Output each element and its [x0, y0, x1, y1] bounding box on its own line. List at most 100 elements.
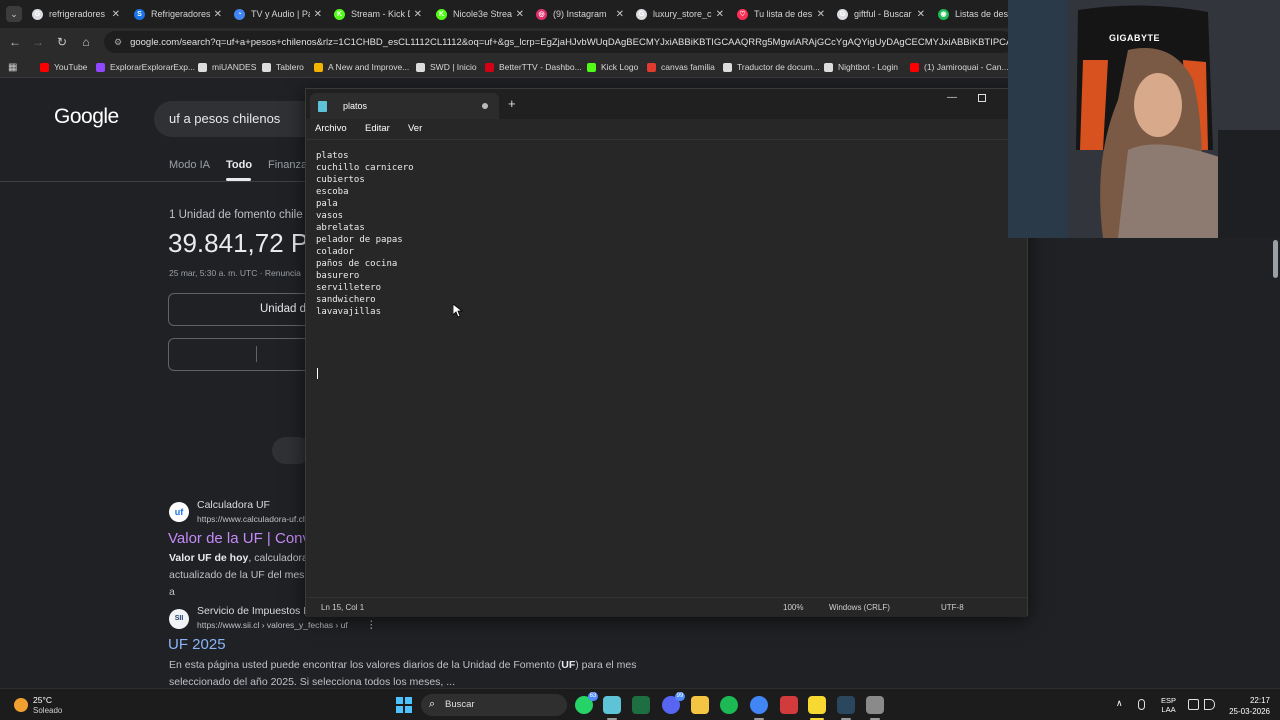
encoding[interactable]: UTF-8: [941, 603, 964, 612]
browser-tab[interactable]: ◎ (9) Instagram ✕: [536, 3, 624, 25]
close-tab-icon[interactable]: ✕: [214, 9, 222, 20]
browser-tab[interactable]: Ggiftful - Buscar ✕: [837, 3, 925, 25]
google-logo[interactable]: Google: [54, 105, 119, 129]
close-tab-icon[interactable]: ✕: [414, 9, 422, 20]
browser-tab[interactable]: ◉ Listas de desec: [938, 3, 1008, 25]
weather-description[interactable]: Soleado: [33, 706, 62, 715]
notepad-text-area[interactable]: platos cuchillo carnicero cubiertos escoba p…: [306, 139, 1027, 597]
close-tab-icon[interactable]: ✕: [112, 9, 120, 20]
menu-ver[interactable]: Ver: [408, 123, 422, 134]
spotify-icon[interactable]: [720, 696, 738, 714]
bookmark-favicon-icon: [416, 62, 425, 72]
webcam-overlay: GIGABYTE: [1008, 0, 1280, 238]
network-icon[interactable]: [1188, 699, 1199, 710]
zoom-level[interactable]: 100%: [783, 603, 803, 612]
tab-search-button[interactable]: ⌄: [6, 6, 22, 22]
sticky-notes-icon[interactable]: [808, 696, 826, 714]
close-tab-icon[interactable]: ✕: [716, 9, 724, 20]
bookmark-item[interactable]: (1) Jamiroquai - Can...: [910, 60, 1009, 74]
close-tab-icon[interactable]: ✕: [314, 9, 322, 20]
settings-icon[interactable]: [866, 696, 884, 714]
result-title[interactable]: Valor de la UF | Conve: [168, 530, 318, 547]
microphone-icon[interactable]: [1138, 699, 1145, 710]
address-bar[interactable]: ⚙ google.com/search?q=uf+a+pesos+chileno…: [104, 31, 1014, 53]
file-explorer-icon[interactable]: [691, 696, 709, 714]
bookmark-item[interactable]: miUANDES: [198, 60, 256, 74]
browser-tab[interactable]: ♡ Tu lista de des ✕: [737, 3, 825, 25]
close-tab-icon[interactable]: ✕: [516, 9, 524, 20]
browser-tab[interactable]: Grefrigeradores ✕: [32, 3, 120, 25]
notepad-titlebar[interactable]: platos + —: [306, 89, 1027, 119]
unsaved-indicator-icon[interactable]: [482, 103, 488, 109]
close-tab-icon[interactable]: ✕: [917, 9, 925, 20]
bookmark-item[interactable]: ExplorarExplorarExp...: [96, 60, 195, 74]
tab-modo-ia[interactable]: Modo IA: [169, 159, 210, 171]
browser-tab[interactable]: ◔ TV y Audio | Pa ✕: [234, 3, 322, 25]
language-indicator[interactable]: ESP LAA: [1161, 696, 1176, 714]
bookmark-item[interactable]: SWD | Inicio: [416, 60, 477, 74]
result-url[interactable]: https://www.sii.cl › valores_y_fechas › …: [197, 620, 348, 630]
menu-editar[interactable]: Editar: [365, 123, 390, 134]
bookmark-label: ExplorarExplorarExp...: [110, 62, 196, 72]
browser-tab[interactable]: K Nicole3e Strea ✕: [436, 3, 524, 25]
result-more-icon[interactable]: ⋮: [366, 619, 377, 631]
browser-tab[interactable]: Gluxury_store_c ✕: [636, 3, 724, 25]
start-button[interactable]: [396, 697, 412, 713]
browser-tab[interactable]: K Stream - Kick D ✕: [334, 3, 422, 25]
excel-icon[interactable]: [632, 696, 650, 714]
close-tab-icon[interactable]: ✕: [817, 9, 825, 20]
steam-icon[interactable]: [837, 696, 855, 714]
snippet-bold: UF: [561, 659, 576, 671]
weather-temperature[interactable]: 25°C: [33, 695, 52, 705]
tab-favicon-icon: ◉: [938, 8, 949, 20]
close-tab-icon[interactable]: ✕: [616, 9, 624, 20]
page-scrollbar[interactable]: [1271, 238, 1280, 688]
whatsapp-icon[interactable]: 63: [575, 692, 598, 714]
bookmark-item[interactable]: BetterTTV - Dashbo...: [485, 60, 582, 74]
recorder-icon[interactable]: [780, 696, 798, 714]
result-site-name[interactable]: Calculadora UF: [197, 499, 270, 511]
discord-icon[interactable]: 99: [662, 692, 685, 714]
maximize-icon[interactable]: [978, 94, 986, 102]
bookmark-item[interactable]: canvas familia: [647, 60, 715, 74]
notepad-menubar: Archivo Editar Ver: [306, 119, 1027, 139]
result-site-name[interactable]: Servicio de Impuestos I: [197, 605, 306, 617]
home-icon[interactable]: ⌂: [78, 34, 94, 50]
snippet-text-2: actualizado de la UF del mes a: [169, 569, 305, 598]
text-caret: [317, 368, 318, 379]
result-title[interactable]: UF 2025: [168, 636, 226, 653]
bookmark-item[interactable]: Tablero: [262, 60, 304, 74]
tab-todo[interactable]: Todo: [226, 159, 252, 171]
bookmark-item[interactable]: Nightbot - Login: [824, 60, 898, 74]
back-icon[interactable]: ←: [7, 34, 23, 50]
menu-archivo[interactable]: Archivo: [315, 123, 347, 134]
weather-sun-icon[interactable]: [14, 698, 28, 712]
notification-badge: 99: [675, 692, 685, 701]
line-ending[interactable]: Windows (CRLF): [829, 603, 890, 612]
new-tab-icon[interactable]: +: [508, 97, 516, 110]
forward-icon[interactable]: →: [30, 34, 46, 50]
reload-icon[interactable]: ↻: [54, 34, 70, 50]
notepad-tab[interactable]: platos: [310, 93, 499, 119]
site-info-icon[interactable]: ⚙: [114, 37, 122, 48]
notepad-line: cuchillo carnicero: [316, 163, 414, 173]
tab-finanzas[interactable]: Finanza: [268, 159, 307, 171]
tray-overflow-icon[interactable]: ∧: [1116, 698, 1123, 709]
notepad-line: abrelatas: [316, 223, 365, 233]
minimize-icon[interactable]: —: [947, 92, 957, 103]
bookmark-item[interactable]: A New and Improve...: [314, 60, 409, 74]
browser-tab[interactable]: S Refrigeradores ✕: [134, 3, 222, 25]
taskbar-clock[interactable]: 22:17 25-03-2026: [1226, 695, 1270, 717]
tab-label: (9) Instagram: [553, 9, 607, 19]
volume-icon[interactable]: [1204, 699, 1215, 710]
taskbar-search[interactable]: ⌕ Buscar: [421, 694, 567, 716]
result-url[interactable]: https://www.calculadora-uf.cl: [197, 514, 305, 524]
bookmark-item[interactable]: YouTube: [40, 60, 87, 74]
chrome-icon[interactable]: [750, 696, 768, 714]
apps-grid-icon[interactable]: ▦: [8, 60, 17, 74]
notepad-icon[interactable]: [603, 696, 621, 714]
bookmark-item[interactable]: Kick Logo: [587, 60, 638, 74]
bookmark-item[interactable]: Traductor de docum...: [723, 60, 820, 74]
scrollbar-thumb[interactable]: [1273, 240, 1278, 278]
uf-value: 39.841,72 Pe: [168, 228, 323, 258]
